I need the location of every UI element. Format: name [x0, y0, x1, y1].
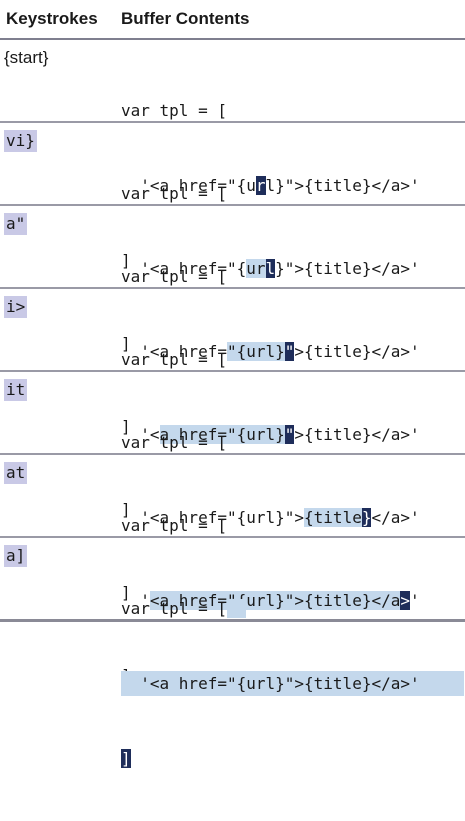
visual-selection: '<a href="{url}">{title}</a>' — [121, 671, 464, 696]
table-row: a" var tpl = [ '<a href="{url}">{title}<… — [0, 206, 465, 436]
keystroke-cell: i> — [4, 296, 28, 318]
table-row: {start} var tpl = [ '<a href="{url}">{ti… — [0, 40, 465, 270]
keystroke-cell: a" — [4, 213, 28, 235]
code-line: var tpl = [ — [121, 267, 227, 286]
code-line: var tpl = [ — [121, 433, 227, 452]
header-buffer-contents: Buffer Contents — [121, 9, 250, 28]
header-keystrokes: Keystrokes — [6, 9, 98, 28]
visual-selection — [226, 599, 247, 618]
code-line: var tpl = [ — [121, 184, 227, 203]
cursor: ] — [121, 749, 131, 768]
table-header: Keystrokes Buffer Contents — [0, 0, 465, 40]
code-line: ] — [121, 746, 464, 771]
keystroke-table: Keystrokes Buffer Contents {start} var t… — [0, 0, 465, 768]
code-line: var tpl = [ — [121, 596, 464, 621]
code-line: var tpl = [ — [121, 350, 227, 369]
table-row: at var tpl = [ '<a href="{url}">{title}<… — [0, 455, 465, 685]
table-row: vi} var tpl = [ '<a href="{url}">{title}… — [0, 123, 465, 353]
table-row: it var tpl = [ '<a href="{url}">{title}<… — [0, 372, 465, 602]
keystroke-cell: at — [4, 462, 28, 484]
keystroke-cell: it — [4, 379, 28, 401]
table-row: a] var tpl = [ '<a href="{url}">{title}<… — [0, 538, 465, 768]
table-row: i> var tpl = [ '<a href="{url}">{title}<… — [0, 289, 465, 519]
keystroke-cell: a] — [4, 545, 28, 567]
buffer-cell: var tpl = [ '<a href="{url}">{title}</a>… — [121, 546, 464, 821]
code-line: '<a href="{url}">{title}</a>' — [121, 671, 464, 696]
code-line: var tpl = [ — [121, 516, 227, 535]
keystroke-cell: vi} — [4, 130, 37, 152]
code-line: var tpl = [ — [121, 101, 227, 120]
keystroke-cell: {start} — [4, 48, 49, 67]
